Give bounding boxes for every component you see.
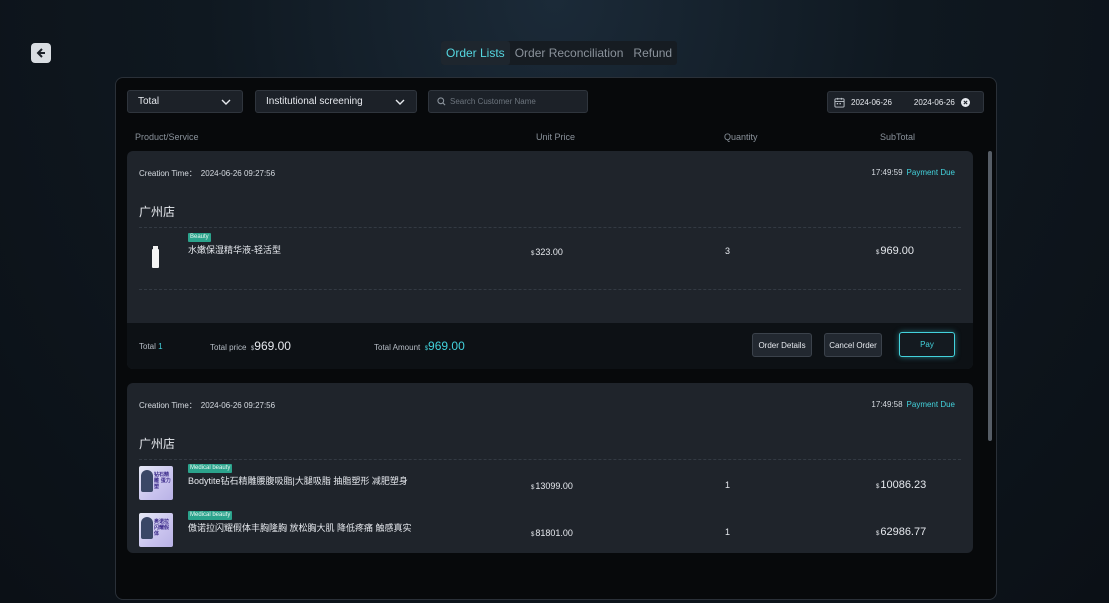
clear-date-icon[interactable] xyxy=(960,97,970,107)
order-card: Creation Time： 2024-06-26 09:27:56 17:49:… xyxy=(127,383,973,553)
status-badge: Payment Due xyxy=(906,168,955,177)
item-name: 傲诺拉闪耀假体丰胸隆胸 放松胸大肌 降低疼痛 触感真实 xyxy=(188,523,412,533)
order-status: 17:49:59 Payment Due xyxy=(871,168,955,177)
divider xyxy=(139,459,961,460)
creation-time: Creation Time： 2024-06-26 09:27:56 xyxy=(139,168,275,179)
pay-button[interactable]: Pay xyxy=(899,332,955,357)
unit-price: $13099.00 xyxy=(531,481,573,491)
column-unit-price: Unit Price xyxy=(536,132,576,142)
unit-price: $323.00 xyxy=(531,247,563,257)
countdown: 17:49:59 xyxy=(871,168,903,177)
total-price: Total price $969.00 xyxy=(210,339,291,353)
order-details-button[interactable]: Order Details xyxy=(752,333,812,357)
back-button[interactable] xyxy=(31,43,51,63)
column-quantity: Quantity xyxy=(724,132,758,142)
quantity: 1 xyxy=(725,527,731,537)
store-name: 广州店 xyxy=(139,437,176,451)
search-icon xyxy=(437,97,446,106)
arrow-left-icon xyxy=(36,48,45,58)
order-footer: Total 1 Total price $969.00 Total Amount… xyxy=(127,323,973,369)
status-select-value: Total xyxy=(138,96,160,107)
category-tag: Medical beauty xyxy=(188,511,233,520)
column-product: Product/Service xyxy=(135,132,199,142)
total-amount: Total Amount $969.00 xyxy=(374,339,465,353)
countdown: 17:49:58 xyxy=(871,400,903,409)
status-badge: Payment Due xyxy=(906,400,955,409)
search-placeholder: Search Customer Name xyxy=(450,97,536,106)
creation-time-label: Creation Time： xyxy=(139,169,197,178)
tab-order-lists[interactable]: Order Lists xyxy=(441,41,510,65)
chevron-down-icon xyxy=(395,99,405,105)
product-thumbnail: 奥诺拉 闪耀假体 xyxy=(139,513,173,547)
subtotal: $10086.23 xyxy=(876,479,927,491)
quantity: 1 xyxy=(725,480,731,490)
column-subtotal: SubTotal xyxy=(880,132,916,142)
product-thumbnail: 钻石精雕 蛋力塑 xyxy=(139,466,173,500)
creation-time-label: Creation Time： xyxy=(139,401,197,410)
date-range-picker[interactable]: 2024-06-26 2024-06-26 xyxy=(827,91,984,113)
tab-bar: Order Lists Order Reconciliation Refund xyxy=(441,41,678,65)
creation-time-value: 2024-06-26 09:27:56 xyxy=(200,169,276,178)
creation-time: Creation Time： 2024-06-26 09:27:56 xyxy=(139,400,275,411)
search-input[interactable]: Search Customer Name xyxy=(428,90,588,113)
category-tag: Beauty xyxy=(188,233,211,242)
list-item[interactable]: 奥诺拉 闪耀假体 Medical beauty 傲诺拉闪耀假体丰胸隆胸 放松胸大… xyxy=(139,511,961,547)
date-end: 2024-06-26 xyxy=(913,97,955,107)
divider xyxy=(139,289,961,290)
scrollbar[interactable] xyxy=(988,151,992,441)
order-status: 17:49:58 Payment Due xyxy=(871,400,955,409)
category-tag: Medical beauty xyxy=(188,464,233,473)
order-card: Creation Time： 2024-06-26 09:27:56 17:49:… xyxy=(127,151,973,369)
unit-price: $81801.00 xyxy=(531,528,573,538)
list-item[interactable]: 钻石精雕 蛋力塑 Medical beauty Bodytite钻石精雕腰腹吸脂… xyxy=(139,464,961,500)
institution-select-value: Institutional screening xyxy=(266,96,363,107)
calendar-icon xyxy=(834,97,845,108)
creation-time-value: 2024-06-26 09:27:56 xyxy=(200,401,276,410)
chevron-down-icon xyxy=(221,99,231,105)
date-start: 2024-06-26 xyxy=(851,97,892,107)
item-name: 水嫩保湿精华液-轻活型 xyxy=(188,245,281,255)
item-name: Bodytite钻石精雕腰腹吸脂|大腿吸脂 抽脂塑形 减肥塑身 xyxy=(188,476,408,486)
subtotal: $62986.77 xyxy=(876,526,927,538)
product-thumbnail xyxy=(152,246,159,268)
store-name: 广州店 xyxy=(139,205,176,219)
subtotal: $969.00 xyxy=(876,245,914,257)
status-select[interactable]: Total xyxy=(127,90,243,113)
tab-refund[interactable]: Refund xyxy=(628,41,677,65)
tab-order-reconciliation[interactable]: Order Reconciliation xyxy=(510,41,629,65)
institution-select[interactable]: Institutional screening xyxy=(255,90,417,113)
list-item[interactable]: Beauty 水嫩保湿精华液-轻活型 $323.00 3 $969.00 xyxy=(139,233,961,268)
total-count: Total 1 xyxy=(139,342,163,351)
quantity: 3 xyxy=(725,246,731,256)
divider xyxy=(139,227,961,228)
orders-panel: Total Institutional screening Search Cus… xyxy=(115,77,997,600)
cancel-order-button[interactable]: Cancel Order xyxy=(824,333,882,357)
